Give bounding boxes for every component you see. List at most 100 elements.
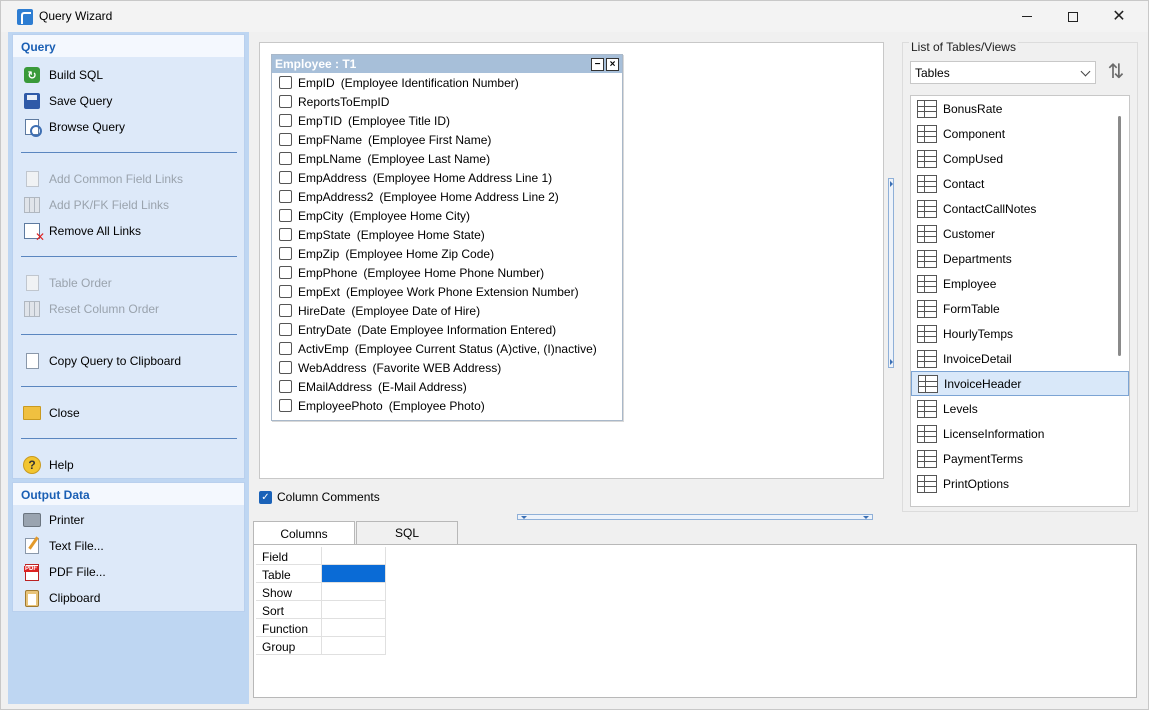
tables-views-panel: List of Tables/Views Tables ⇅ BonusRate C… bbox=[902, 40, 1138, 512]
field-row[interactable]: ReportsToEmpID bbox=[272, 92, 622, 111]
horizontal-splitter-handle[interactable] bbox=[517, 514, 873, 520]
table-list-item[interactable]: LicenseInformation bbox=[911, 421, 1129, 446]
table-list-item[interactable]: HourlyTemps bbox=[911, 321, 1129, 346]
field-row[interactable]: EmpAddress (Employee Home Address Line 1) bbox=[272, 168, 622, 187]
column-comments-checkbox[interactable]: ✓ Column Comments bbox=[259, 490, 380, 504]
pdf-file-button[interactable]: PDF File... bbox=[21, 561, 106, 583]
grid-cell[interactable] bbox=[322, 601, 386, 619]
table-list-item[interactable]: Levels bbox=[911, 396, 1129, 421]
field-checkbox[interactable] bbox=[279, 152, 292, 165]
field-checkbox[interactable] bbox=[279, 361, 292, 374]
table-list-item[interactable]: PaymentTerms bbox=[911, 446, 1129, 471]
minimize-button[interactable] bbox=[1004, 1, 1050, 32]
table-list-item[interactable]: Component bbox=[911, 121, 1129, 146]
field-checkbox[interactable] bbox=[279, 228, 292, 241]
field-row[interactable]: EmpFName (Employee First Name) bbox=[272, 130, 622, 149]
table-list-item[interactable]: ContactCallNotes bbox=[911, 196, 1129, 221]
field-checkbox[interactable] bbox=[279, 95, 292, 108]
grid-row-header: Table bbox=[256, 565, 322, 583]
employee-table-box[interactable]: Employee : T1 − × EmpID (Employee Identif… bbox=[271, 54, 623, 421]
help-button[interactable]: ? Help bbox=[21, 454, 74, 476]
clipboard-button[interactable]: Clipboard bbox=[21, 587, 100, 609]
field-checkbox[interactable] bbox=[279, 209, 292, 222]
field-checkbox[interactable] bbox=[279, 190, 292, 203]
field-row[interactable]: EmpPhone (Employee Home Phone Number) bbox=[272, 263, 622, 282]
tab-columns[interactable]: Columns bbox=[253, 521, 355, 545]
add-common-field-links-button[interactable]: Add Common Field Links bbox=[21, 168, 183, 190]
remove-all-links-button[interactable]: Remove All Links bbox=[21, 220, 141, 244]
grid-cell[interactable] bbox=[322, 583, 386, 601]
table-list-item[interactable]: PrintOptions bbox=[911, 471, 1129, 496]
field-checkbox[interactable] bbox=[279, 133, 292, 146]
text-file-button[interactable]: Text File... bbox=[21, 535, 104, 557]
field-checkbox[interactable] bbox=[279, 171, 292, 184]
minimize-table-icon[interactable]: − bbox=[591, 58, 604, 71]
field-row[interactable]: EmployeePhoto (Employee Photo) bbox=[272, 396, 622, 415]
object-type-dropdown[interactable]: Tables bbox=[910, 61, 1096, 84]
field-description: (Employee Last Name) bbox=[367, 151, 491, 166]
field-row[interactable]: EmpState (Employee Home State) bbox=[272, 225, 622, 244]
field-row[interactable]: EMailAddress (E-Mail Address) bbox=[272, 377, 622, 396]
field-checkbox[interactable] bbox=[279, 323, 292, 336]
field-row[interactable]: EmpExt (Employee Work Phone Extension Num… bbox=[272, 282, 622, 301]
output-data-header[interactable]: Output Data bbox=[13, 483, 244, 505]
separator bbox=[21, 334, 237, 335]
sort-icon[interactable]: ⇅ bbox=[1105, 61, 1127, 85]
table-box-title-bar[interactable]: Employee : T1 − × bbox=[272, 55, 622, 73]
field-checkbox[interactable] bbox=[279, 380, 292, 393]
list-scrollbar[interactable] bbox=[1118, 116, 1121, 356]
grid-cell[interactable] bbox=[322, 565, 386, 583]
grid-cell[interactable] bbox=[322, 637, 386, 655]
query-group-header[interactable]: Query bbox=[13, 35, 244, 57]
field-row[interactable]: HireDate (Employee Date of Hire) bbox=[272, 301, 622, 320]
table-list-item[interactable]: FormTable bbox=[911, 296, 1129, 321]
field-row[interactable]: EmpID (Employee Identification Number) bbox=[272, 73, 622, 92]
field-row[interactable]: WebAddress (Favorite WEB Address) bbox=[272, 358, 622, 377]
table-list-item[interactable]: CompUsed bbox=[911, 146, 1129, 171]
field-checkbox[interactable] bbox=[279, 304, 292, 317]
close-window-button[interactable]: ✕ bbox=[1096, 1, 1142, 32]
field-checkbox[interactable] bbox=[279, 342, 292, 355]
field-name: EmpPhone bbox=[298, 265, 358, 280]
field-row[interactable]: EmpAddress2 (Employee Home Address Line 2… bbox=[272, 187, 622, 206]
field-checkbox[interactable] bbox=[279, 247, 292, 260]
add-pk-fk-field-links-button[interactable]: Add PK/FK Field Links bbox=[21, 194, 169, 216]
maximize-button[interactable] bbox=[1050, 1, 1096, 32]
checkbox-checked-icon[interactable]: ✓ bbox=[259, 490, 272, 504]
table-list-item[interactable]: Customer bbox=[911, 221, 1129, 246]
browse-query-button[interactable]: Browse Query bbox=[21, 116, 125, 138]
field-checkbox[interactable] bbox=[279, 266, 292, 279]
query-diagram-canvas[interactable]: Employee : T1 − × EmpID (Employee Identif… bbox=[259, 42, 884, 479]
field-row[interactable]: EntryDate (Date Employee Information Ente… bbox=[272, 320, 622, 339]
field-row[interactable]: ActivEmp (Employee Current Status (A)ctiv… bbox=[272, 339, 622, 358]
columns-grid[interactable]: Field Table Show Sort Function Group bbox=[253, 544, 1137, 698]
table-order-button[interactable]: Table Order bbox=[21, 272, 112, 294]
tables-list[interactable]: BonusRate Component CompUsed Contact Contact… bbox=[910, 95, 1130, 507]
printer-button[interactable]: Printer bbox=[21, 509, 84, 531]
vertical-splitter-handle[interactable] bbox=[888, 178, 894, 368]
field-row[interactable]: EmpLName (Employee Last Name) bbox=[272, 149, 622, 168]
close-table-icon[interactable]: × bbox=[606, 58, 619, 71]
field-checkbox[interactable] bbox=[279, 399, 292, 412]
copy-query-to-clipboard-button[interactable]: Copy Query to Clipboard bbox=[21, 350, 181, 372]
text-file-icon bbox=[25, 538, 39, 554]
build-sql-button[interactable]: ↻ Build SQL bbox=[21, 64, 103, 86]
field-row[interactable]: EmpCity (Employee Home City) bbox=[272, 206, 622, 225]
save-query-button[interactable]: Save Query bbox=[21, 90, 112, 112]
table-list-item[interactable]: InvoiceDetail bbox=[911, 346, 1129, 371]
tab-sql[interactable]: SQL bbox=[356, 521, 458, 544]
grid-cell[interactable] bbox=[322, 619, 386, 637]
table-list-item[interactable]: Employee bbox=[911, 271, 1129, 296]
table-list-item[interactable]: InvoiceHeader bbox=[911, 371, 1129, 396]
field-checkbox[interactable] bbox=[279, 76, 292, 89]
table-list-item[interactable]: Departments bbox=[911, 246, 1129, 271]
close-button[interactable]: Close bbox=[21, 402, 80, 424]
grid-cell[interactable] bbox=[322, 547, 386, 565]
field-checkbox[interactable] bbox=[279, 114, 292, 127]
field-checkbox[interactable] bbox=[279, 285, 292, 298]
field-row[interactable]: EmpZip (Employee Home Zip Code) bbox=[272, 244, 622, 263]
table-list-item[interactable]: BonusRate bbox=[911, 96, 1129, 121]
field-row[interactable]: EmpTID (Employee Title ID) bbox=[272, 111, 622, 130]
table-list-item[interactable]: Contact bbox=[911, 171, 1129, 196]
reset-column-order-button[interactable]: Reset Column Order bbox=[21, 298, 159, 320]
